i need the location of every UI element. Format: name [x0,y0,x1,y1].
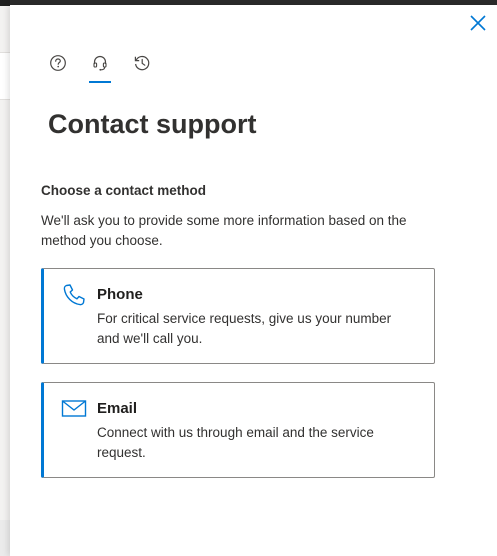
headset-icon [93,55,107,71]
close-icon [470,15,486,31]
help-circle-icon [50,55,66,71]
tab-help[interactable] [46,51,70,75]
tab-history[interactable] [130,51,154,75]
contact-option-email[interactable]: Email Connect with us through email and … [41,382,435,478]
phone-option-title: Phone [97,286,143,303]
contact-option-phone[interactable]: Phone For critical service requests, giv… [41,268,435,364]
background-footer [0,520,10,556]
mail-icon [61,400,87,417]
background-band [0,52,10,100]
contact-method-description: We'll ask you to provide some more infor… [41,213,407,248]
email-option-title: Email [97,400,138,417]
contact-method-heading: Choose a contact method [41,183,207,198]
history-icon [134,55,150,71]
background-top-bar [0,0,10,6]
phone-icon [63,284,85,306]
page-title: Contact support [48,109,257,139]
email-option-description: Connect with us through email and the se… [97,425,374,460]
close-button[interactable] [468,13,488,33]
contact-support-panel: Contact support Choose a contact method … [10,5,497,556]
background-page [0,0,10,556]
phone-option-description: For critical service requests, give us y… [97,311,392,346]
panel-tabs [46,51,154,83]
tab-contact-support[interactable] [88,51,112,83]
